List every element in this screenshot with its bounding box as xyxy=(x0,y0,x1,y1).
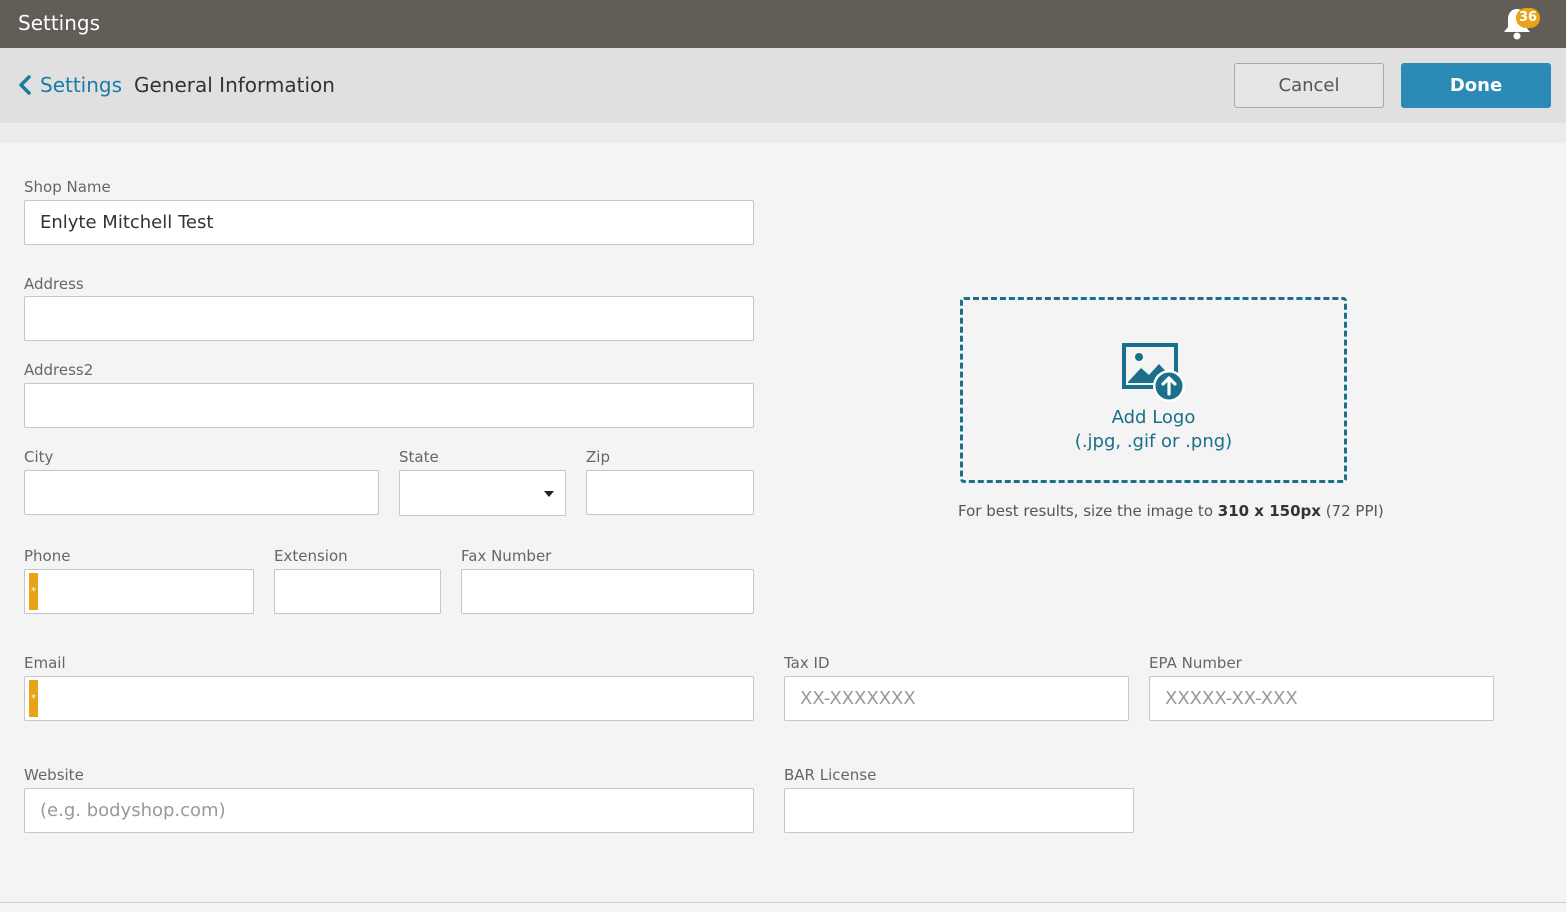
email-label: Email xyxy=(24,654,66,672)
website-input[interactable] xyxy=(24,788,754,833)
bar-license-input[interactable] xyxy=(784,788,1134,833)
epa-number-input[interactable] xyxy=(1149,676,1494,721)
shop-name-label: Shop Name xyxy=(24,178,111,196)
notifications-button[interactable]: 36 xyxy=(1500,6,1541,42)
add-logo-formats: (.jpg, .gif or .png) xyxy=(1074,431,1233,452)
chevron-down-icon xyxy=(544,491,554,497)
tax-id-label: Tax ID xyxy=(784,654,830,672)
footer-divider xyxy=(0,902,1566,903)
phone-input[interactable] xyxy=(24,569,254,614)
chevron-left-icon xyxy=(19,75,31,95)
address-input[interactable] xyxy=(24,296,754,341)
back-to-settings-link[interactable]: Settings xyxy=(18,73,122,97)
header-separator-band xyxy=(0,123,1566,143)
zip-label: Zip xyxy=(586,448,610,466)
cancel-button[interactable]: Cancel xyxy=(1234,63,1384,108)
bar-license-label: BAR License xyxy=(784,766,877,784)
address-label: Address xyxy=(24,275,84,293)
address2-input[interactable] xyxy=(24,383,754,428)
done-button[interactable]: Done xyxy=(1401,63,1551,108)
extension-input[interactable] xyxy=(274,569,441,614)
epa-number-label: EPA Number xyxy=(1149,654,1242,672)
email-input[interactable] xyxy=(24,676,754,721)
add-logo-dropzone[interactable]: Add Logo (.jpg, .gif or .png) xyxy=(960,297,1347,483)
page-header: Settings General Information Cancel Done xyxy=(0,48,1566,123)
phone-required-marker: * xyxy=(29,573,38,610)
app-title: Settings xyxy=(18,11,101,35)
app-titlebar: Settings 36 xyxy=(0,0,1566,48)
fax-label: Fax Number xyxy=(461,547,552,565)
city-label: City xyxy=(24,448,54,466)
phone-label: Phone xyxy=(24,547,71,565)
logo-size-hint: For best results, size the image to 310 … xyxy=(958,502,1384,520)
fax-input[interactable] xyxy=(461,569,754,614)
tax-id-input[interactable] xyxy=(784,676,1129,721)
state-label: State xyxy=(399,448,439,466)
logo-hint-prefix: For best results, size the image to xyxy=(958,502,1218,520)
address2-label: Address2 xyxy=(24,361,94,379)
notification-count-badge: 36 xyxy=(1516,8,1541,28)
back-link-label: Settings xyxy=(40,73,123,97)
logo-hint-size: 310 x 150px xyxy=(1217,502,1321,520)
zip-input[interactable] xyxy=(586,470,754,515)
email-required-marker: * xyxy=(29,680,38,717)
page-title: General Information xyxy=(134,73,335,97)
image-upload-icon xyxy=(1122,343,1185,402)
website-label: Website xyxy=(24,766,84,784)
shop-name-input[interactable] xyxy=(24,200,754,245)
logo-hint-suffix: (72 PPI) xyxy=(1320,502,1384,520)
extension-label: Extension xyxy=(274,547,348,565)
city-input[interactable] xyxy=(24,470,379,515)
add-logo-title: Add Logo xyxy=(1111,407,1196,428)
state-select[interactable] xyxy=(399,470,566,516)
